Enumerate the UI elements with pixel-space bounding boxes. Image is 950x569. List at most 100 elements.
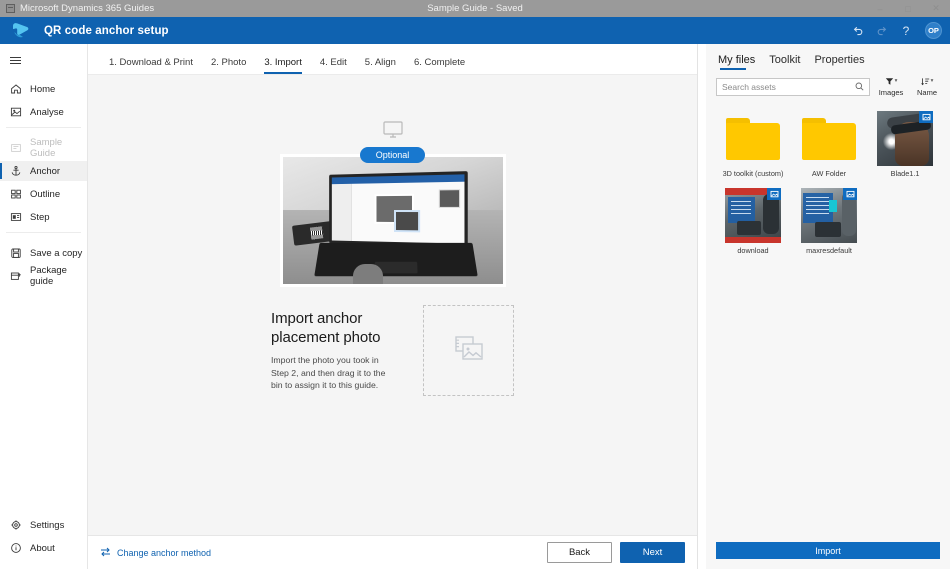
asset-item-image[interactable]: Blade1.1: [874, 111, 936, 178]
tab-import[interactable]: 3. Import: [255, 57, 311, 74]
sidebar-item-label: Anchor: [30, 165, 61, 177]
folder-icon: [802, 117, 856, 160]
sidebar-item-anchor[interactable]: Anchor: [0, 161, 87, 181]
info-icon: [10, 542, 22, 554]
window-title-bar: Microsoft Dynamics 365 Guides Sample Gui…: [0, 0, 950, 17]
home-icon: [10, 83, 22, 95]
tab-download-print[interactable]: 1. Download & Print: [100, 57, 202, 74]
sidebar-item-label: Sample Guide: [30, 137, 63, 159]
search-box[interactable]: [716, 77, 870, 96]
editor-canvas: Optional Import anchor placement photo I…: [88, 75, 697, 535]
change-anchor-method-link[interactable]: Change anchor method: [100, 547, 211, 559]
image-badge-icon: [767, 188, 781, 200]
asset-name: AW Folder: [811, 169, 847, 178]
sidebar-group-primary: Home Analyse: [0, 74, 87, 122]
search-input[interactable]: [722, 81, 855, 92]
sidebar-item-label: Package guide: [30, 265, 67, 287]
asset-item-image[interactable]: download: [722, 188, 784, 255]
photo-drop-bin[interactable]: [423, 305, 514, 396]
instruction-photo: [279, 154, 506, 287]
asset-item-folder[interactable]: 3D toolkit (custom): [722, 111, 784, 178]
monitor-icon: [382, 121, 403, 143]
sidebar-bottom: Settings About: [0, 512, 87, 561]
sidebar-item-label: About: [30, 542, 55, 554]
image-badge-icon: [919, 111, 933, 123]
optional-badge: Optional: [359, 147, 426, 163]
image-placeholder-icon: [454, 335, 484, 366]
sidebar-group-guide: Sample Guide Anchor Outline Step: [0, 133, 87, 227]
asset-thumbnail: [725, 188, 781, 243]
sidebar-group-actions: Save a copy Package guide: [0, 238, 87, 287]
maximize-button[interactable]: □: [894, 0, 922, 17]
next-button[interactable]: Next: [620, 542, 685, 563]
asset-thumbnail: [801, 188, 857, 243]
panel-gap: [698, 44, 706, 569]
help-icon[interactable]: ?: [895, 20, 917, 42]
import-instructions-row: Import anchor placement photo Import the…: [88, 305, 697, 396]
sidebar-item-label: Save a copy: [30, 247, 83, 259]
sidebar-item-outline[interactable]: Outline: [0, 184, 87, 204]
sidebar-divider: [6, 127, 81, 128]
sidebar-item-about[interactable]: About: [0, 538, 87, 558]
sidebar-item-package-guide[interactable]: Package guide: [0, 265, 87, 287]
asset-item-image[interactable]: maxresdefault: [798, 188, 860, 255]
guide-icon: [10, 142, 22, 154]
command-bar: QR code anchor setup ? OP: [0, 17, 950, 44]
avatar[interactable]: OP: [925, 22, 942, 39]
asset-name: download: [737, 246, 769, 255]
gear-icon: [10, 519, 22, 531]
close-button[interactable]: ✕: [922, 0, 950, 17]
sidebar-item-home[interactable]: Home: [0, 79, 87, 99]
app-window: Microsoft Dynamics 365 Guides Sample Gui…: [0, 0, 950, 569]
redo-icon[interactable]: [871, 20, 893, 42]
wizard-buttons: Back Next: [547, 542, 685, 563]
analyse-icon: [10, 106, 22, 118]
hero-section: Optional: [88, 75, 697, 287]
tab-edit[interactable]: 4. Edit: [311, 57, 356, 74]
asset-name: 3D toolkit (custom): [722, 169, 784, 178]
tab-toolkit[interactable]: Toolkit: [769, 54, 800, 70]
asset-item-folder[interactable]: AW Folder: [798, 111, 860, 178]
sidebar-item-label: Step: [30, 211, 50, 223]
tab-properties[interactable]: Properties: [814, 54, 864, 70]
guide-title: QR code anchor setup: [44, 24, 169, 37]
sidebar-item-settings[interactable]: Settings: [0, 515, 87, 535]
sidebar-item-sample-guide: Sample Guide: [0, 137, 87, 159]
sidebar-item-label: Home: [30, 83, 56, 95]
filter-label: Images: [878, 88, 904, 97]
page-description: Import the photo you took in Step 2, and…: [271, 355, 386, 390]
import-button[interactable]: Import: [716, 542, 940, 559]
assets-panel: My files Toolkit Properties ▾ Images: [706, 44, 950, 569]
asset-name: Blade1.1: [890, 169, 920, 178]
sidebar-item-analyse[interactable]: Analyse: [0, 102, 87, 122]
step-tabs: 1. Download & Print 2. Photo 3. Import 4…: [88, 44, 697, 75]
main-action-bar: Change anchor method Back Next: [88, 535, 697, 569]
swap-arrows-icon: [100, 547, 111, 559]
sidebar-item-save-a-copy[interactable]: Save a copy: [0, 243, 87, 263]
search-icon: [855, 78, 864, 96]
sort-control[interactable]: ▾ Name: [912, 76, 942, 97]
sidebar-item-step[interactable]: Step: [0, 207, 87, 227]
package-icon: [10, 270, 22, 282]
minimize-button[interactable]: –: [866, 0, 894, 17]
undo-icon[interactable]: [847, 20, 869, 42]
change-anchor-method-label: Change anchor method: [117, 547, 212, 558]
assets-panel-tabs: My files Toolkit Properties: [706, 44, 950, 70]
tab-align[interactable]: 5. Align: [356, 57, 405, 74]
document-title: Sample Guide - Saved: [427, 3, 523, 14]
tab-photo[interactable]: 2. Photo: [202, 57, 255, 74]
chevron-down-icon: ▾: [930, 77, 934, 84]
outline-icon: [10, 188, 22, 200]
tab-complete[interactable]: 6. Complete: [405, 57, 474, 74]
page-title: Import anchor placement photo: [271, 310, 381, 346]
hamburger-icon[interactable]: [0, 46, 87, 74]
image-badge-icon: [843, 188, 857, 200]
main-content: 1. Download & Print 2. Photo 3. Import 4…: [88, 44, 698, 569]
assets-toolbar: ▾ Images ▾ Name: [706, 70, 950, 97]
chevron-down-icon: ▾: [894, 77, 898, 84]
back-button[interactable]: Back: [547, 542, 612, 563]
tab-my-files[interactable]: My files: [718, 54, 755, 70]
asset-grid: 3D toolkit (custom) AW Folder Blade1.1 d…: [706, 97, 950, 255]
dynamics-guides-logo-icon: [6, 22, 34, 39]
filter-control[interactable]: ▾ Images: [876, 76, 906, 97]
